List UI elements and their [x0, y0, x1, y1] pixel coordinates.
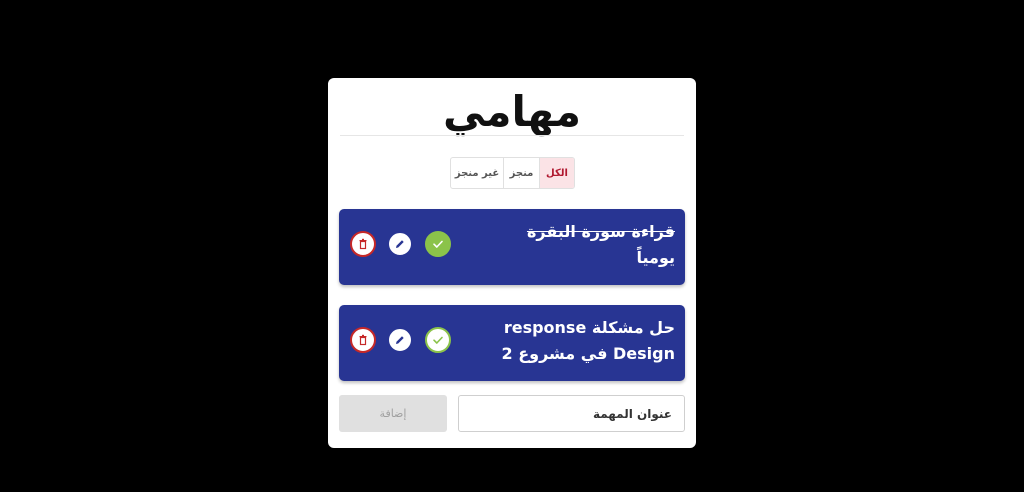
pencil-icon	[396, 336, 404, 344]
filter-undone-button[interactable]: غير منجز	[451, 158, 503, 188]
delete-button[interactable]	[350, 327, 376, 353]
edit-button[interactable]	[387, 231, 413, 257]
add-task-button[interactable]: إضافة	[339, 395, 447, 432]
task-title: قراءة سورة البقرة	[526, 222, 675, 241]
edit-button[interactable]	[387, 327, 413, 353]
todo-card: مهامي الكل منجز غير منجز قراءة سورة البق…	[328, 78, 696, 448]
filter-toggle-group: الكل منجز غير منجز	[450, 157, 575, 189]
page-title: مهامي	[443, 87, 581, 136]
filter-done-button[interactable]: منجز	[503, 158, 539, 188]
check-icon	[433, 240, 443, 248]
complete-button[interactable]	[425, 231, 451, 257]
task-title-input[interactable]	[458, 395, 685, 432]
filter-all-button[interactable]: الكل	[539, 158, 574, 188]
trash-icon	[359, 238, 367, 250]
complete-button[interactable]	[425, 327, 451, 353]
task-details: يومياً	[636, 248, 675, 267]
task-item: حل مشكلة response Design في مشروع 2	[339, 305, 685, 381]
title-divider	[340, 135, 684, 136]
pencil-icon	[396, 240, 404, 248]
check-icon	[433, 336, 443, 344]
task-item: قراءة سورة البقرة يومياً	[339, 209, 685, 285]
task-title: حل مشكلة response	[503, 318, 675, 337]
task-details: Design في مشروع 2	[501, 344, 675, 363]
task-text: حل مشكلة response Design في مشروع 2	[475, 315, 675, 367]
delete-button[interactable]	[350, 231, 376, 257]
task-text: قراءة سورة البقرة يومياً	[475, 219, 675, 271]
trash-icon	[359, 334, 367, 346]
